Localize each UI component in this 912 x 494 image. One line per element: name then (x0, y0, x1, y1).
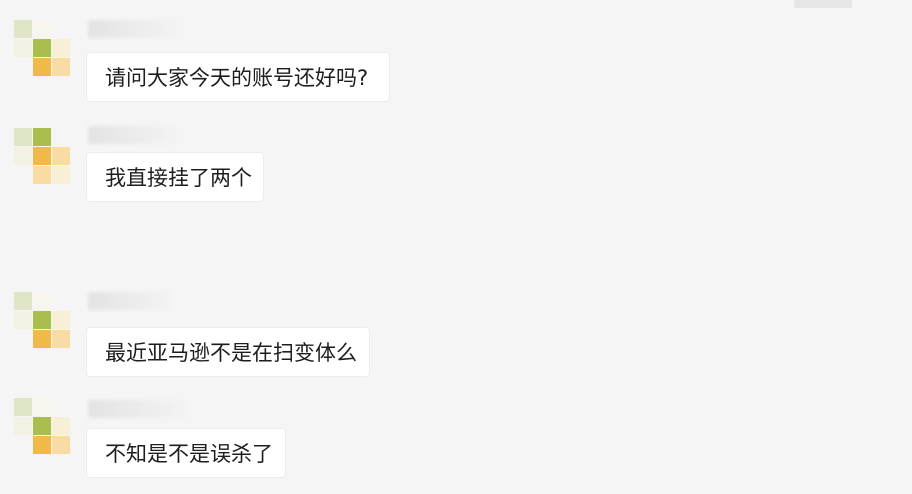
sender-name-blurred (88, 20, 178, 38)
sender-name-blurred (88, 126, 178, 144)
sender-name-blurred (88, 292, 172, 310)
avatar[interactable] (14, 292, 70, 350)
message-text: 请问大家今天的账号还好吗? (105, 66, 369, 90)
message-bubble[interactable]: 不知是不是误杀了 (86, 428, 286, 478)
avatar[interactable] (14, 128, 70, 186)
message-bubble[interactable]: 我直接挂了两个 (86, 152, 264, 202)
avatar[interactable] (14, 398, 70, 456)
message-bubble[interactable]: 最近亚马逊不是在扫变体么 (86, 327, 370, 377)
message-text: 最近亚马逊不是在扫变体么 (105, 341, 357, 365)
message-text: 不知是不是误杀了 (105, 442, 273, 466)
chat-area: 请问大家今天的账号还好吗? 我直接挂了两个 最近亚马逊不是在扫变体么 不知是不是… (0, 0, 912, 494)
message-text: 我直接挂了两个 (105, 166, 252, 190)
avatar[interactable] (14, 20, 70, 78)
message-bubble[interactable]: 请问大家今天的账号还好吗? (86, 52, 390, 102)
timestamp-badge (794, 0, 852, 8)
sender-name-blurred (88, 400, 188, 418)
